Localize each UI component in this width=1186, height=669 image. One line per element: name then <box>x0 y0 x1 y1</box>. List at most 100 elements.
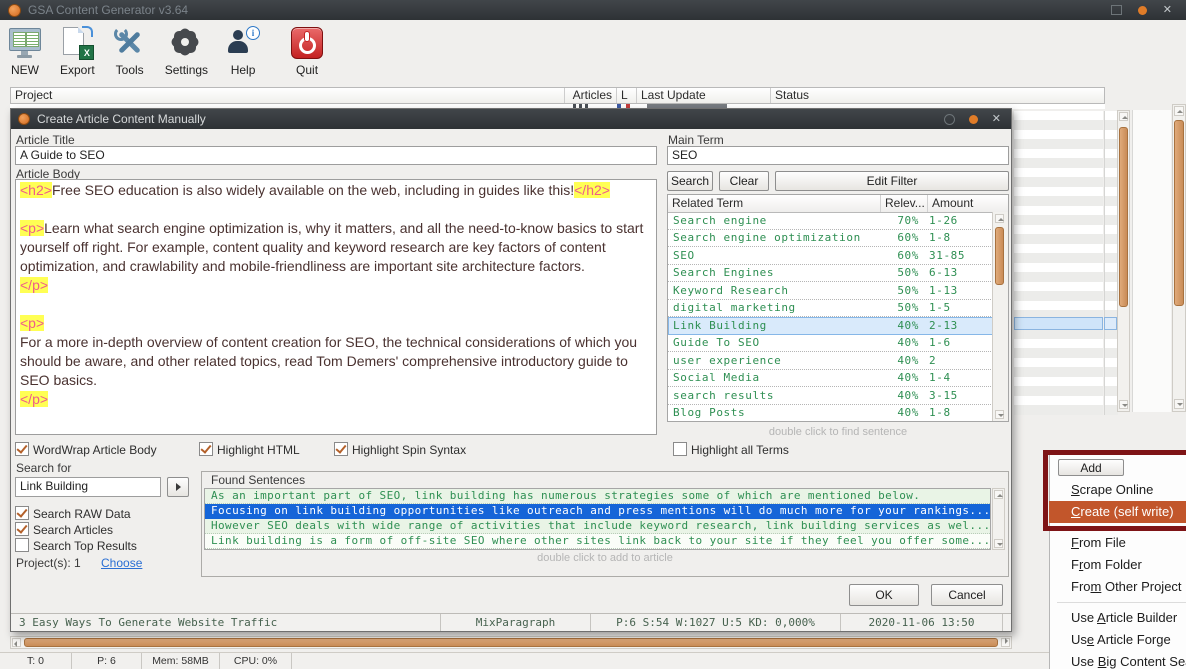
scrollbar-thumb[interactable] <box>24 638 998 647</box>
found-sentences-scrollbar[interactable] <box>992 488 1005 550</box>
article-body-text[interactable]: <h2>Free SEO education is also widely av… <box>15 179 657 435</box>
add-to-article-hint: double click to add to article <box>202 552 1008 564</box>
menu-item[interactable]: Use Article Builder <box>1049 607 1186 629</box>
cell: 40% <box>873 354 923 367</box>
toolbar-tools-button[interactable]: Tools <box>113 26 147 77</box>
ok-button[interactable]: OK <box>849 584 919 606</box>
search-articles-checkbox[interactable]: Search Articles <box>15 522 113 537</box>
related-term-row[interactable]: Link Building40%2-13 <box>668 317 993 335</box>
related-term-row[interactable]: Search engine optimization60%1-8 <box>668 230 993 248</box>
checkbox-checked-icon[interactable] <box>334 442 348 456</box>
html-tag-highlight: </p> <box>20 277 48 293</box>
related-term-row[interactable]: Blog Posts40%1-8 <box>668 405 993 423</box>
wordwrap-checkbox[interactable]: WordWrap Article Body <box>15 442 157 457</box>
window-scrollbar[interactable] <box>1172 104 1186 412</box>
edit-filter-button[interactable]: Edit Filter <box>775 171 1009 191</box>
highlight-spin-checkbox[interactable]: Highlight Spin Syntax <box>334 442 466 457</box>
related-terms-scrollbar[interactable] <box>992 212 1008 421</box>
close-icon[interactable]: ✕ <box>1163 5 1172 16</box>
menu-item[interactable]: Scrape Online <box>1049 479 1186 501</box>
found-sentence-row[interactable]: Link building is a form of off-site SEO … <box>205 534 990 549</box>
gsa-content-generator-window: GSA Content Generator v3.64 ✕ NEW X Expo… <box>0 0 1186 669</box>
column-header[interactable]: Last Update <box>637 88 771 103</box>
related-term-row[interactable]: Social Media40%1-4 <box>668 370 993 388</box>
file-excel-icon: X <box>60 26 94 60</box>
column-header[interactable]: Articles <box>565 88 617 103</box>
menu-separator <box>1049 523 1186 532</box>
article-title-input[interactable]: A Guide to SEO <box>15 146 657 165</box>
right-side-panel <box>1132 110 1171 412</box>
found-sentence-row[interactable]: Focusing on link building opportunities … <box>205 504 990 519</box>
projects-count-label: Project(s): 1 <box>16 556 81 570</box>
checkbox-checked-icon[interactable] <box>15 522 29 536</box>
search-top-results-checkbox[interactable]: Search Top Results <box>15 538 137 553</box>
column-header[interactable]: Related Term <box>668 195 880 212</box>
checkbox-checked-icon[interactable] <box>15 506 29 520</box>
related-term-row[interactable]: Search engine70%1-26 <box>668 212 993 230</box>
related-term-row[interactable]: SEO60%31-85 <box>668 247 993 265</box>
checkbox-checked-icon[interactable] <box>15 442 29 456</box>
related-term-row[interactable]: digital marketing50%1-5 <box>668 300 993 318</box>
found-sentence-row[interactable]: However SEO deals with wide range of act… <box>205 519 990 534</box>
toolbar-settings-button[interactable]: Settings <box>165 26 208 77</box>
highlight-html-checkbox[interactable]: Highlight HTML <box>199 442 300 457</box>
menu-item[interactable]: Create (self write) <box>1049 501 1186 523</box>
related-term-row[interactable]: search results40%3-15 <box>668 387 993 405</box>
project-list-scrollbar[interactable] <box>1117 110 1130 412</box>
cell: Search engine <box>668 214 873 227</box>
minimize-dot-icon[interactable] <box>1138 6 1147 15</box>
dialog-title-bar: Create Article Content Manually ✕ <box>11 109 1011 129</box>
cell: 1-8 <box>923 406 993 419</box>
search-raw-checkbox[interactable]: Search RAW Data <box>15 506 131 521</box>
horizontal-scrollbar[interactable] <box>10 636 1012 649</box>
html-tag-highlight: <p> <box>20 220 44 236</box>
menu-item[interactable]: From Folder <box>1049 554 1186 576</box>
menu-item[interactable]: From Other Project <box>1049 576 1186 598</box>
html-tag-highlight: <h2> <box>20 182 52 198</box>
main-term-input[interactable]: SEO <box>667 146 1009 165</box>
scrollbar-thumb[interactable] <box>1119 127 1128 307</box>
related-term-row[interactable]: Search Engines50%6-13 <box>668 265 993 283</box>
search-for-input[interactable]: Link Building <box>15 477 161 497</box>
toolbar-quit-button[interactable]: Quit <box>290 26 324 77</box>
toolbar-export-button[interactable]: X Export <box>60 26 95 77</box>
choose-link[interactable]: Choose <box>101 556 142 570</box>
dialog-dot-icon[interactable] <box>969 115 978 124</box>
monitor-book-icon <box>8 26 42 60</box>
column-header[interactable]: Relev... <box>880 195 927 212</box>
context-menu-items: Scrape OnlineCreate (self write) From Fil… <box>1049 479 1186 669</box>
column-header[interactable]: L <box>617 88 637 103</box>
search-for-go-button[interactable] <box>167 477 189 497</box>
cancel-button[interactable]: Cancel <box>931 584 1003 606</box>
clear-button[interactable]: Clear <box>719 171 769 191</box>
cell: 50% <box>873 266 923 279</box>
dialog-close-icon[interactable]: ✕ <box>992 114 1001 125</box>
selected-project-row[interactable] <box>1014 317 1103 330</box>
menu-item[interactable]: Use Article Forge <box>1049 629 1186 651</box>
search-button[interactable]: Search <box>667 171 713 191</box>
toolbar-help-button[interactable]: i Help <box>226 26 260 77</box>
checkbox-unchecked-icon[interactable] <box>15 538 29 552</box>
add-button[interactable]: Add <box>1058 459 1124 476</box>
related-term-row[interactable]: Keyword Research50%1-13 <box>668 282 993 300</box>
highlight-all-terms-checkbox[interactable]: Highlight all Terms <box>673 442 789 457</box>
column-header[interactable]: Amount <box>927 195 1008 212</box>
status-counts: P:6 S:54 W:1027 U:5 KD: 0,000% <box>591 614 841 631</box>
column-header[interactable]: Project <box>11 88 565 103</box>
column-header[interactable]: Status <box>771 88 1104 103</box>
html-tag-highlight: <p> <box>20 315 44 331</box>
menu-item[interactable]: Use Big Content Search <box>1049 651 1186 669</box>
maximize-icon[interactable] <box>1111 5 1122 15</box>
menu-item[interactable]: From File <box>1049 532 1186 554</box>
cell: 1-6 <box>923 336 993 349</box>
checkbox-checked-icon[interactable] <box>199 442 213 456</box>
dialog-minimize-icon[interactable] <box>944 114 955 125</box>
scrollbar-thumb[interactable] <box>1174 120 1184 306</box>
found-sentence-row[interactable]: As an important part of SEO, link buildi… <box>205 489 990 504</box>
related-term-row[interactable]: user experience40%2 <box>668 352 993 370</box>
toolbar-new-button[interactable]: NEW <box>8 26 42 77</box>
checkbox-unchecked-icon[interactable] <box>673 442 687 456</box>
related-term-row[interactable]: Guide To SEO40%1-6 <box>668 335 993 353</box>
scrollbar-thumb[interactable] <box>995 227 1004 285</box>
window-title: GSA Content Generator v3.64 <box>28 3 188 17</box>
